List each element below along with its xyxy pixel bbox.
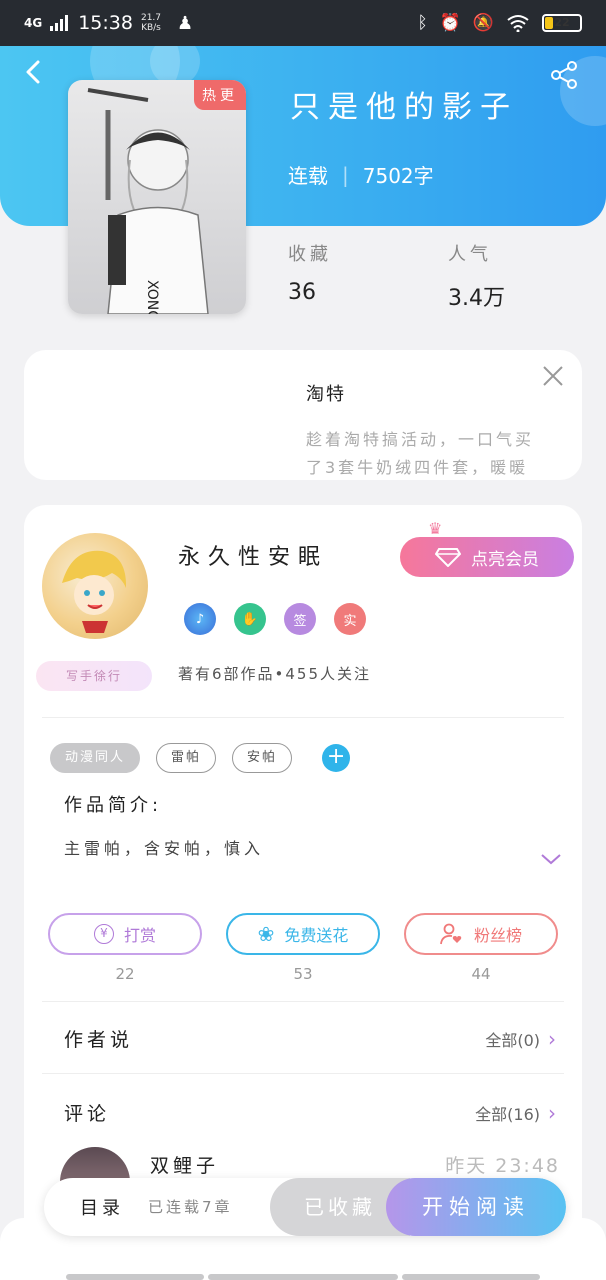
toc-button[interactable]: 目录	[80, 1194, 124, 1220]
back-arrow-icon	[26, 60, 40, 84]
commenter-name: 双鲤子	[150, 1155, 220, 1177]
chevron-down-icon	[541, 854, 561, 865]
battery-icon: 22	[542, 14, 582, 32]
meta-separator: |	[342, 162, 349, 187]
send-flower-label: 免费送花	[284, 926, 349, 945]
home-indicator	[66, 1274, 204, 1280]
fans-action: 粉丝榜 44	[404, 913, 558, 983]
tag-lei-pa[interactable]: 雷帕	[156, 743, 217, 773]
signal-icon	[50, 15, 69, 31]
home-indicator	[402, 1274, 540, 1280]
alarm-icon: ⏰	[439, 13, 461, 33]
favorites-label: 收藏	[288, 244, 332, 265]
diamond-icon	[435, 548, 461, 567]
ad-close-button[interactable]	[540, 364, 566, 390]
fans-count: 44	[471, 965, 491, 983]
hot-update-tag: 热更	[194, 80, 246, 110]
fans-ranking-label: 粉丝榜	[473, 926, 522, 945]
author-badges: ♪ ✋ 签 实	[184, 603, 366, 635]
network-indicator: 4G	[24, 16, 43, 30]
add-tag-button[interactable]: +	[322, 744, 351, 772]
favorites-value: 36	[288, 280, 316, 305]
chevron-right-icon: ›	[548, 1100, 556, 1125]
sign-badge[interactable]: 签	[284, 603, 316, 635]
tip-count: 22	[115, 965, 135, 983]
avatar-illustration	[62, 550, 127, 633]
chevron-right-icon: ›	[548, 1026, 556, 1051]
ad-title: 淘特	[306, 384, 346, 405]
flower-icon: ❀	[257, 922, 275, 946]
popularity-label: 人气	[448, 244, 492, 265]
share-button[interactable]	[550, 60, 582, 92]
book-cover[interactable]: XONO 热更	[68, 80, 246, 314]
author-says-more[interactable]: 全部(0) ›	[485, 1027, 556, 1051]
status-bar: 4G 15:38 21.7 KB/s ♟ ᛒ ⏰ 🔕 22	[0, 0, 606, 46]
author-says-row[interactable]: 作者说 全部(0) ›	[64, 1025, 556, 1052]
popularity-value: 3.4万	[448, 286, 505, 311]
crown-icon: ♛	[428, 519, 443, 538]
back-button[interactable]	[20, 58, 52, 90]
tip-label: 打赏	[123, 926, 156, 945]
close-icon	[543, 366, 563, 386]
flower-count: 53	[293, 965, 313, 983]
divider	[42, 1001, 564, 1002]
home-indicator	[208, 1274, 398, 1280]
book-status: 连载	[288, 164, 328, 188]
start-reading-button[interactable]: 开始阅读	[386, 1178, 566, 1236]
chapter-count: 已连载7章	[148, 1198, 233, 1216]
favorites-stat: 收藏 36	[288, 240, 332, 305]
divider	[42, 717, 564, 718]
comment-time: 昨天 23:48	[445, 1155, 560, 1177]
popularity-stat: 人气 3.4万	[448, 240, 505, 312]
ad-text: 趁着淘特搞活动，一口气买 了3套牛奶绒四件套，暖暖	[306, 430, 535, 477]
vip-button[interactable]: 点亮会员	[400, 537, 574, 577]
real-badge[interactable]: 实	[334, 603, 366, 635]
wifi-icon	[507, 15, 529, 32]
book-meta: 连载 | 7502字	[288, 160, 434, 189]
comments-more[interactable]: 全部(16) ›	[475, 1101, 556, 1125]
comments-row[interactable]: 评论 全部(16) ›	[64, 1099, 556, 1126]
bluetooth-icon: ᛒ	[417, 13, 428, 33]
send-flower-button[interactable]: ❀ 免费送花	[226, 913, 380, 955]
status-time: 15:38	[78, 12, 133, 34]
share-icon	[551, 61, 577, 89]
author-avatar[interactable]	[42, 533, 148, 639]
author-stats: 著有6部作品•455人关注	[178, 665, 372, 683]
ad-card[interactable]: 淘特 趁着淘特搞活动，一口气买 了3套牛奶绒四件套，暖暖	[24, 350, 582, 480]
book-title: 只是他的影子	[290, 90, 518, 125]
expand-intro-button[interactable]	[540, 847, 562, 871]
writer-badge: 写手徐行	[36, 661, 152, 691]
intro-label: 作品简介:	[64, 795, 163, 816]
music-badge-icon[interactable]: ♪	[184, 603, 216, 635]
network-speed: 21.7 KB/s	[140, 13, 162, 33]
word-count: 7502字	[362, 164, 434, 188]
intro-text: 主雷帕，含安帕，慎入	[64, 839, 265, 858]
tag-anime-fanfic[interactable]: 动漫同人	[50, 743, 141, 773]
yen-icon: ¥	[93, 924, 114, 944]
tag-list: 动漫同人 雷帕 安帕 +	[50, 743, 351, 773]
fans-ranking-button[interactable]: 粉丝榜	[404, 913, 558, 955]
bottom-action-bar: 目录 已连载7章 已收藏 开始阅读	[44, 1178, 566, 1236]
divider	[42, 1073, 564, 1074]
author-card: 写手徐行 永久性安眠 ♛ 点亮会员 ♪ ✋ 签 实 著有6部作品•455人关注 …	[24, 505, 582, 1245]
handshake-badge-icon[interactable]: ✋	[234, 603, 266, 635]
user-heart-icon	[440, 923, 462, 945]
comments-title: 评论	[64, 1103, 111, 1125]
tip-action: ¥ 打赏 22	[48, 913, 202, 983]
action-row: ¥ 打赏 22 ❀ 免费送花 53 粉丝榜 44	[48, 913, 558, 983]
cover-illustration: XONO	[87, 88, 209, 314]
tip-button[interactable]: ¥ 打赏	[48, 913, 202, 955]
tag-an-pa[interactable]: 安帕	[232, 743, 293, 773]
flower-action: ❀ 免费送花 53	[226, 913, 380, 983]
author-name[interactable]: 永久性安眠	[178, 539, 328, 571]
mute-icon: 🔕	[472, 13, 494, 33]
svg-text:XONO: XONO	[144, 280, 160, 314]
vip-button-label: 点亮会员	[471, 549, 539, 570]
qq-icon: ♟	[177, 12, 194, 34]
author-says-title: 作者说	[64, 1029, 134, 1051]
